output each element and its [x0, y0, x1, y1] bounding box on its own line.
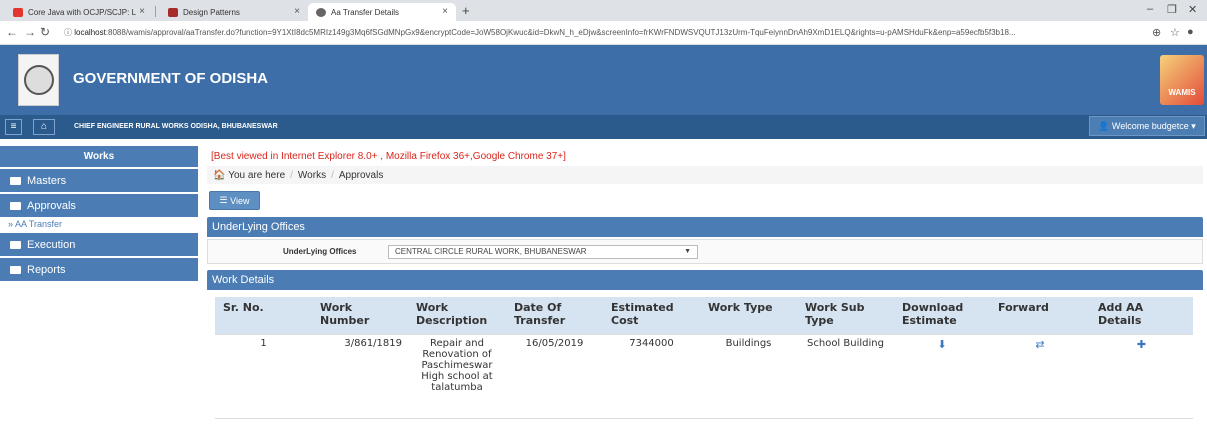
close-icon[interactable]: × — [294, 6, 300, 17]
forward-icon[interactable]: → — [24, 25, 36, 39]
home-icon: 🏠 — [213, 169, 229, 181]
col-header: Download Estimate — [894, 297, 990, 334]
cell-date-of-transfer: 16/05/2019 — [506, 333, 603, 419]
chevron-down-icon: ▼ — [684, 248, 691, 255]
url-host: localhost — [74, 28, 106, 37]
table-row: 1 3/861/1819 Repair and Renovation of Pa… — [215, 333, 1193, 419]
col-header: Sr. No. — [215, 297, 312, 334]
site-header: GOVERNMENT OF ODISHA WAMIS — [0, 45, 1207, 115]
url-field[interactable]: ⓘ localhost:8088/wamis/approval/aaTransf… — [64, 27, 1144, 38]
tab-design-patterns[interactable]: Design Patterns × — [160, 3, 308, 21]
sidebar-item-label: Reports — [27, 263, 66, 276]
office-title: CHIEF ENGINEER RURAL WORKS ODISHA, BHUBA… — [74, 123, 278, 130]
underlying-offices-select[interactable]: CENTRAL CIRCLE RURAL WORK, BHUBANESWAR ▼ — [388, 245, 698, 259]
cell-estimated-cost: 7344000 — [603, 333, 700, 419]
cell-work-sub-type: School Building — [797, 333, 894, 419]
work-details-table: Sr. No. Work Number Work Description Dat… — [215, 297, 1193, 419]
back-icon[interactable]: ← — [6, 25, 18, 39]
cell-work-number: 3/861/1819 — [312, 333, 408, 419]
cell-add-aa-details: ✚ — [1090, 333, 1193, 419]
maximize-icon[interactable]: ❐ — [1167, 3, 1177, 16]
col-header: Forward — [990, 297, 1090, 334]
minimize-icon[interactable]: – — [1147, 3, 1153, 15]
forward-transfer-icon[interactable]: ⇄ — [1035, 338, 1044, 351]
star-icon[interactable]: ☆ — [1170, 26, 1180, 39]
browser-tab-bar: Core Java with OCJP/SCJP: L × Design Pat… — [0, 0, 1207, 21]
tab-core-java[interactable]: Core Java with OCJP/SCJP: L × — [5, 3, 153, 21]
profile-icon[interactable]: ● — [1187, 26, 1194, 38]
filter-label: UnderLying Offices — [283, 247, 357, 256]
sidebar-item-reports[interactable]: Reports — [0, 256, 198, 281]
close-icon[interactable]: × — [139, 6, 145, 17]
plus-icon[interactable]: ✚ — [1137, 338, 1146, 351]
col-header: Date Of Transfer — [506, 297, 603, 334]
site-icon — [168, 7, 178, 17]
filter-row: UnderLying Offices CENTRAL CIRCLE RURAL … — [207, 239, 1203, 264]
col-header: Work Number — [312, 297, 408, 334]
reload-icon[interactable]: ↻ — [40, 25, 50, 39]
cell-work-description: Repair and Renovation of Paschimeswar Hi… — [408, 333, 506, 419]
home-button[interactable]: ⌂ — [33, 119, 55, 135]
odisha-emblem-logo — [18, 54, 59, 106]
cell-download-estimate: ⬇ — [894, 333, 990, 419]
underlying-offices-panel-heading: UnderLying Offices — [207, 217, 1203, 237]
user-icon: 👤 — [1098, 120, 1112, 131]
list-icon: ☰ — [219, 195, 231, 205]
sidebar: Works Masters Approvals » AA Transfer Ex… — [0, 146, 198, 281]
col-header: Work Sub Type — [797, 297, 894, 334]
url-path: :8088/wamis/approval/aaTransfer.do?funct… — [105, 28, 1016, 37]
tab-title: Core Java with OCJP/SCJP: L — [28, 7, 137, 17]
folder-icon — [10, 265, 21, 274]
youtube-icon — [13, 7, 23, 17]
breadcrumb-item-approvals[interactable]: Approvals — [339, 170, 383, 181]
wamis-logo: WAMIS — [1160, 55, 1204, 105]
sidebar-item-label: Approvals — [27, 199, 76, 212]
tab-title: Aa Transfer Details — [331, 7, 400, 17]
zoom-icon[interactable]: ⊕ — [1152, 26, 1161, 39]
new-tab-button[interactable]: + — [462, 3, 470, 18]
folder-icon — [10, 176, 21, 185]
sub-navbar: ≡ ⌂ CHIEF ENGINEER RURAL WORKS ODISHA, B… — [0, 115, 1207, 139]
sidebar-subitem-aa-transfer[interactable]: » AA Transfer — [0, 217, 198, 231]
window-close-icon[interactable]: ✕ — [1188, 3, 1197, 16]
col-header: Estimated Cost — [603, 297, 700, 334]
sidebar-item-approvals[interactable]: Approvals — [0, 192, 198, 217]
work-details-panel-heading: Work Details — [207, 270, 1203, 290]
select-value: CENTRAL CIRCLE RURAL WORK, BHUBANESWAR — [395, 247, 587, 256]
col-header: Add AA Details — [1090, 297, 1193, 334]
work-details-table-wrap: Sr. No. Work Number Work Description Dat… — [215, 297, 1193, 419]
tab-aa-transfer[interactable]: Aa Transfer Details × — [308, 3, 456, 21]
sidebar-item-label: Masters — [27, 174, 67, 187]
folder-icon — [10, 201, 21, 210]
col-header: Work Description — [408, 297, 506, 334]
col-header: Work Type — [700, 297, 797, 334]
view-button-label: View — [230, 195, 250, 206]
tab-title: Design Patterns — [183, 7, 240, 17]
browser-notice: [Best viewed in Internet Explorer 8.0+ ,… — [211, 151, 566, 162]
cell-work-type: Buildings — [700, 333, 797, 419]
breadcrumb: 🏠 You are here / Works / Approvals — [207, 166, 1203, 184]
breadcrumb-lead: You are here — [228, 169, 286, 181]
tab-separator — [155, 6, 156, 17]
sidebar-heading: Works — [0, 146, 198, 167]
table-header-row: Sr. No. Work Number Work Description Dat… — [215, 297, 1193, 334]
breadcrumb-item-works[interactable]: Works — [298, 170, 326, 181]
globe-icon — [316, 7, 326, 17]
caret-down-icon: ▾ — [1188, 120, 1196, 131]
page-title: GOVERNMENT OF ODISHA — [73, 70, 269, 87]
view-button[interactable]: ☰ View — [209, 191, 260, 210]
sidebar-item-execution[interactable]: Execution — [0, 231, 198, 256]
cell-forward: ⇄ — [990, 333, 1090, 419]
sidebar-item-label: Execution — [27, 238, 76, 251]
menu-toggle-button[interactable]: ≡ — [5, 119, 22, 135]
address-bar: ← → ↻ ⓘ localhost:8088/wamis/approval/aa… — [0, 21, 1207, 45]
close-icon[interactable]: × — [442, 6, 448, 17]
folder-icon — [10, 240, 21, 249]
user-menu-button[interactable]: 👤 Welcome budgetce ▾ — [1089, 116, 1205, 136]
cell-sr-no: 1 — [215, 333, 312, 419]
welcome-text: Welcome budgetce — [1111, 121, 1189, 131]
download-icon[interactable]: ⬇ — [937, 338, 946, 351]
sidebar-item-masters[interactable]: Masters — [0, 167, 198, 192]
